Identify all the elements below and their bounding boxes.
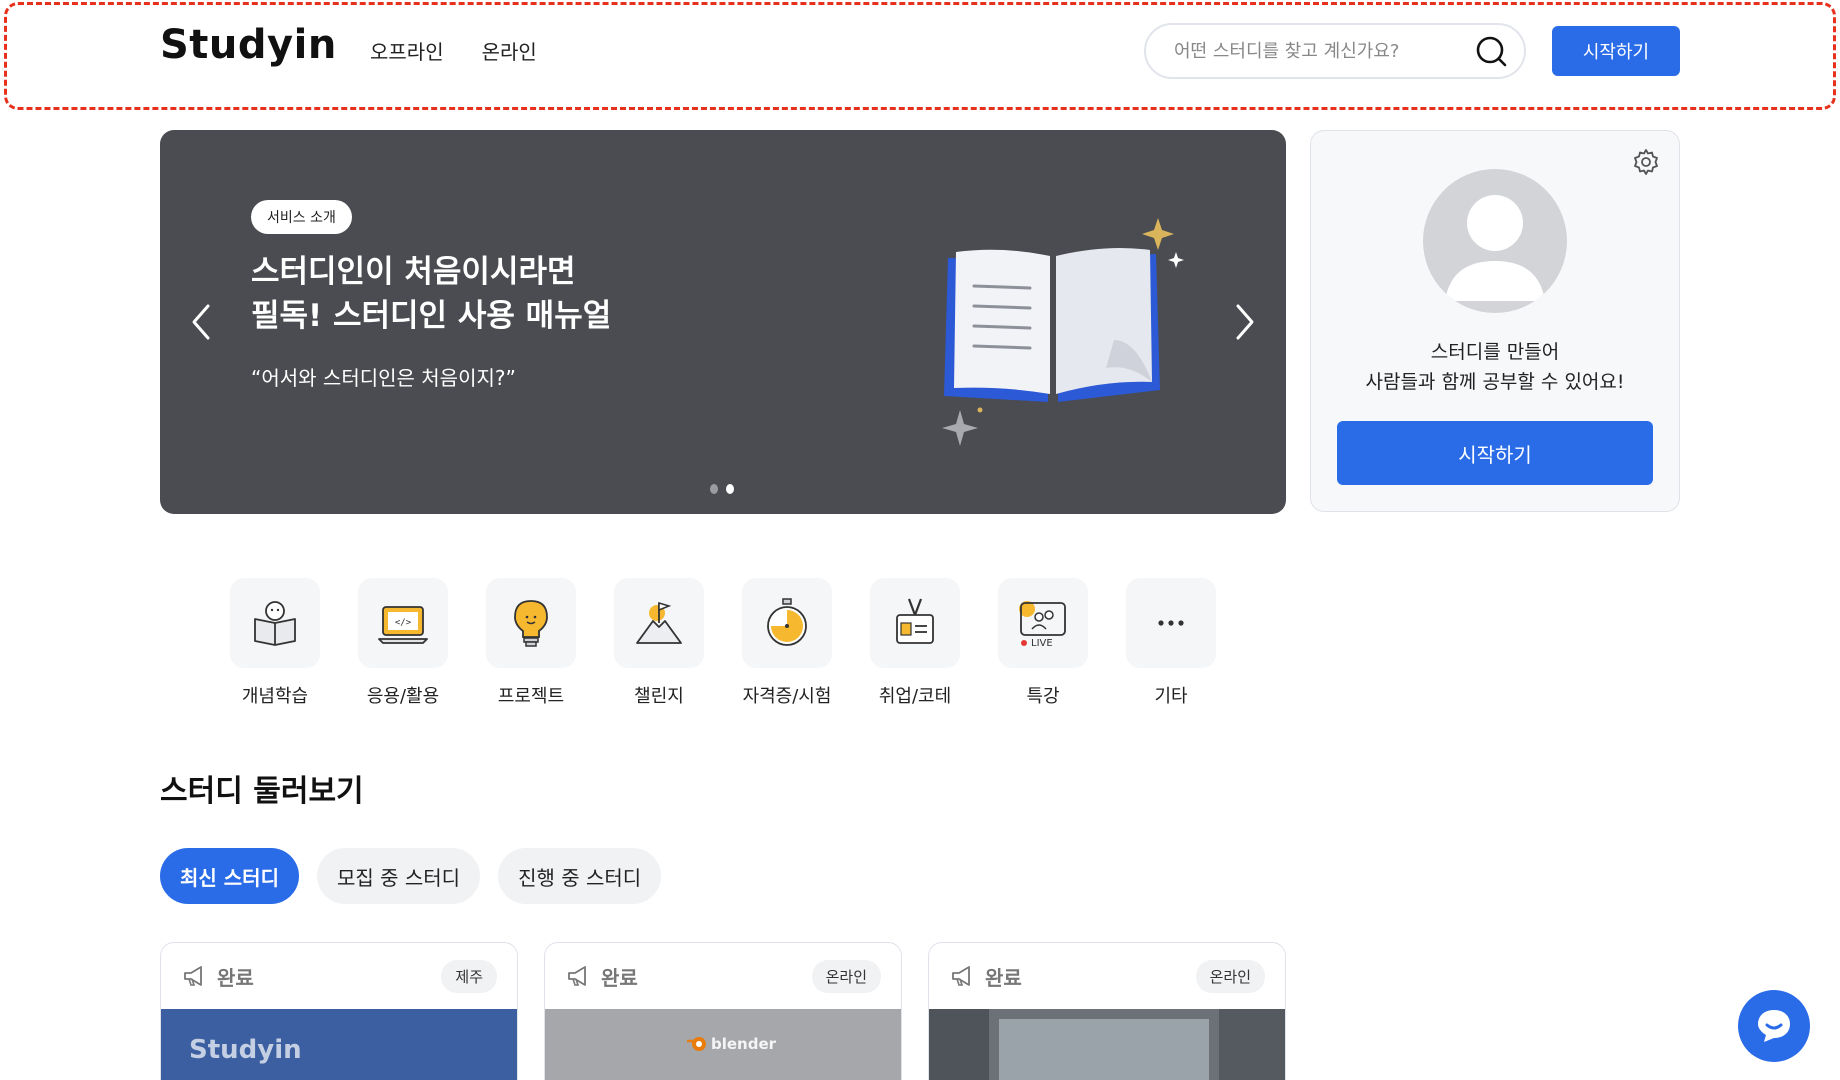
- stopwatch-icon: [767, 598, 807, 646]
- chat-button[interactable]: [1738, 990, 1810, 1062]
- megaphone-icon: [568, 966, 586, 986]
- category-box: [486, 578, 576, 668]
- study-filter-tabs: 최신 스터디 모집 중 스터디 진행 중 스터디: [160, 848, 662, 904]
- category-list: 개념학습 </> 응용/활용 프로젝트 챌린지 자격증/시험 취업/코테 LIV…: [230, 578, 1216, 708]
- tab-latest[interactable]: 최신 스터디: [160, 848, 299, 904]
- logo[interactable]: Studyin: [160, 22, 337, 68]
- chat-bubble-icon: [1758, 1010, 1790, 1042]
- banner-title-line2: 필독! 스터디인 사용 매뉴얼: [251, 298, 612, 334]
- card-region: 제주: [441, 959, 497, 993]
- id-badge-icon: [896, 598, 934, 644]
- category-label: 자격증/시험: [742, 686, 832, 707]
- study-card-list: 완료 제주 Studyin 완료 온라인 blender 완료 온라인: [160, 942, 1286, 1080]
- card-header: 완료 온라인: [929, 943, 1285, 1009]
- window-photo-illustration: [929, 1009, 1285, 1080]
- category-box: [870, 578, 960, 668]
- category-concept[interactable]: 개념학습: [230, 578, 320, 708]
- profile-message-line1: 스터디를 만들어: [1430, 341, 1560, 363]
- profile-message-line2: 사람들과 함께 공부할 수 있어요!: [1365, 371, 1625, 393]
- category-box: </>: [358, 578, 448, 668]
- main-nav: 오프라인 온라인: [370, 36, 537, 65]
- section-title: 스터디 둘러보기: [160, 774, 364, 809]
- carousel-dot-1[interactable]: [710, 484, 718, 494]
- thumbnail-logo-text: Studyin: [189, 1035, 302, 1065]
- card-status: 완료: [217, 965, 254, 990]
- book-reading-icon: [254, 601, 296, 646]
- card-thumbnail: Studyin: [161, 1009, 517, 1080]
- category-label: 개념학습: [241, 686, 309, 707]
- start-button-header[interactable]: 시작하기: [1552, 26, 1680, 76]
- chevron-right-icon[interactable]: [1224, 300, 1264, 344]
- study-card[interactable]: 완료 온라인: [928, 942, 1286, 1080]
- card-region: 온라인: [811, 959, 881, 993]
- chevron-left-icon[interactable]: [182, 300, 222, 344]
- profile-message: 스터디를 만들어 사람들과 함께 공부할 수 있어요!: [1311, 337, 1679, 397]
- more-icon: [1158, 620, 1184, 626]
- category-label: 프로젝트: [497, 686, 565, 707]
- carousel-dot-2[interactable]: [726, 484, 734, 494]
- profile-card: 스터디를 만들어 사람들과 함께 공부할 수 있어요! 시작하기: [1310, 130, 1680, 512]
- card-status: 완료: [985, 965, 1022, 990]
- category-lecture[interactable]: LIVE 특강: [998, 578, 1088, 708]
- category-label: 기타: [1154, 686, 1188, 707]
- megaphone-icon: [952, 966, 970, 986]
- category-project[interactable]: 프로젝트: [486, 578, 576, 708]
- category-label: 챌린지: [634, 686, 684, 707]
- category-job[interactable]: 취업/코테: [870, 578, 960, 708]
- category-box: [230, 578, 320, 668]
- laptop-code-icon: </>: [378, 606, 428, 644]
- category-applied[interactable]: </> 응용/활용: [358, 578, 448, 708]
- card-header: 완료 온라인: [545, 943, 901, 1009]
- card-region: 온라인: [1195, 959, 1265, 993]
- mountain-flag-icon: [636, 601, 682, 644]
- category-box: LIVE: [998, 578, 1088, 668]
- category-box: [1126, 578, 1216, 668]
- tab-in-progress[interactable]: 진행 중 스터디: [498, 848, 662, 904]
- category-label: 취업/코테: [878, 686, 952, 707]
- search-input[interactable]: [1174, 40, 1474, 62]
- tab-recruiting[interactable]: 모집 중 스터디: [316, 848, 481, 904]
- megaphone-icon: [184, 966, 202, 986]
- category-label: 응용/활용: [366, 686, 440, 707]
- category-etc[interactable]: 기타: [1126, 578, 1216, 708]
- banner-badge: 서비스 소개: [251, 200, 352, 234]
- thumbnail-logo-text: blender: [711, 1035, 777, 1053]
- nav-offline[interactable]: 오프라인: [370, 36, 444, 65]
- lightbulb-icon: [514, 600, 548, 647]
- category-certificate[interactable]: 자격증/시험: [742, 578, 832, 708]
- category-label: 특강: [1026, 686, 1060, 707]
- study-card[interactable]: 완료 제주 Studyin: [160, 942, 518, 1080]
- user-silhouette-icon: [1445, 195, 1545, 301]
- card-thumbnail: blender: [545, 1009, 901, 1080]
- start-button-card[interactable]: 시작하기: [1337, 421, 1653, 485]
- search-icon[interactable]: [1474, 34, 1508, 68]
- live-text: LIVE: [1031, 638, 1053, 649]
- category-box: [614, 578, 704, 668]
- category-box: [742, 578, 832, 668]
- card-header: 완료 제주: [161, 943, 517, 1009]
- banner-title-line1: 스터디인이 처음이시라면: [251, 254, 576, 290]
- search-box: [1144, 23, 1526, 79]
- study-card[interactable]: 완료 온라인 blender: [544, 942, 902, 1080]
- top-header: Studyin 오프라인 온라인 시작하기: [0, 0, 1840, 112]
- category-challenge[interactable]: 챌린지: [614, 578, 704, 708]
- avatar[interactable]: [1423, 169, 1567, 313]
- banner-quote: “어서와 스터디인은 처음이지?”: [251, 366, 516, 390]
- svg-text:</>: </>: [395, 618, 412, 628]
- carousel-dots: [710, 484, 734, 494]
- open-book-illustration: [942, 218, 1184, 446]
- gear-icon[interactable]: [1631, 147, 1661, 177]
- card-thumbnail: [929, 1009, 1285, 1080]
- nav-online[interactable]: 온라인: [482, 36, 537, 65]
- card-status: 완료: [601, 965, 638, 990]
- live-icon: LIVE: [1019, 601, 1066, 649]
- banner-title: 스터디인이 처음이시라면 필독! 스터디인 사용 매뉴얼: [251, 250, 611, 338]
- blender-logo-icon: [687, 1037, 706, 1051]
- promo-banner[interactable]: 서비스 소개 스터디인이 처음이시라면 필독! 스터디인 사용 매뉴얼 “어서와…: [160, 130, 1286, 514]
